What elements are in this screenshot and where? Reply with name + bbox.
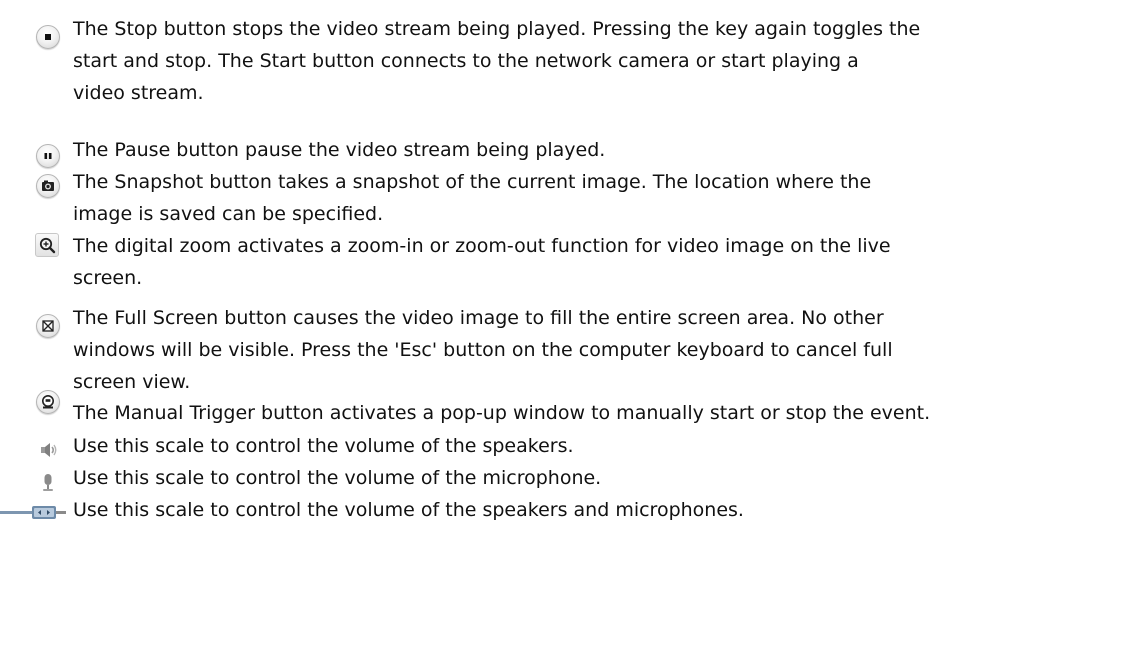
item-text: The Full Screen button causes the video … bbox=[73, 307, 893, 393]
item-text: The digital zoom activates a zoom-in or … bbox=[73, 235, 891, 289]
item-text: The Manual Trigger button activates a po… bbox=[73, 402, 931, 424]
item-text: The Pause button pause the video stream … bbox=[73, 139, 606, 161]
item-text: Use this scale to control the volume of … bbox=[73, 467, 602, 489]
speaker-icon bbox=[36, 438, 60, 462]
volume-slider-icon bbox=[0, 504, 66, 522]
digital-zoom-icon bbox=[35, 233, 59, 257]
item-text: The Snapshot button takes a snapshot of … bbox=[73, 171, 872, 225]
manual-trigger-icon bbox=[36, 390, 60, 414]
item-text: Use this scale to control the volume of … bbox=[73, 499, 744, 521]
item-text: The Stop button stops the video stream b… bbox=[73, 18, 921, 104]
snapshot-icon bbox=[36, 174, 60, 198]
item-text: Use this scale to control the volume of … bbox=[73, 435, 574, 457]
pause-icon bbox=[36, 144, 60, 168]
stop-icon bbox=[36, 25, 60, 49]
full-screen-icon bbox=[36, 314, 60, 338]
microphone-icon bbox=[36, 470, 60, 494]
